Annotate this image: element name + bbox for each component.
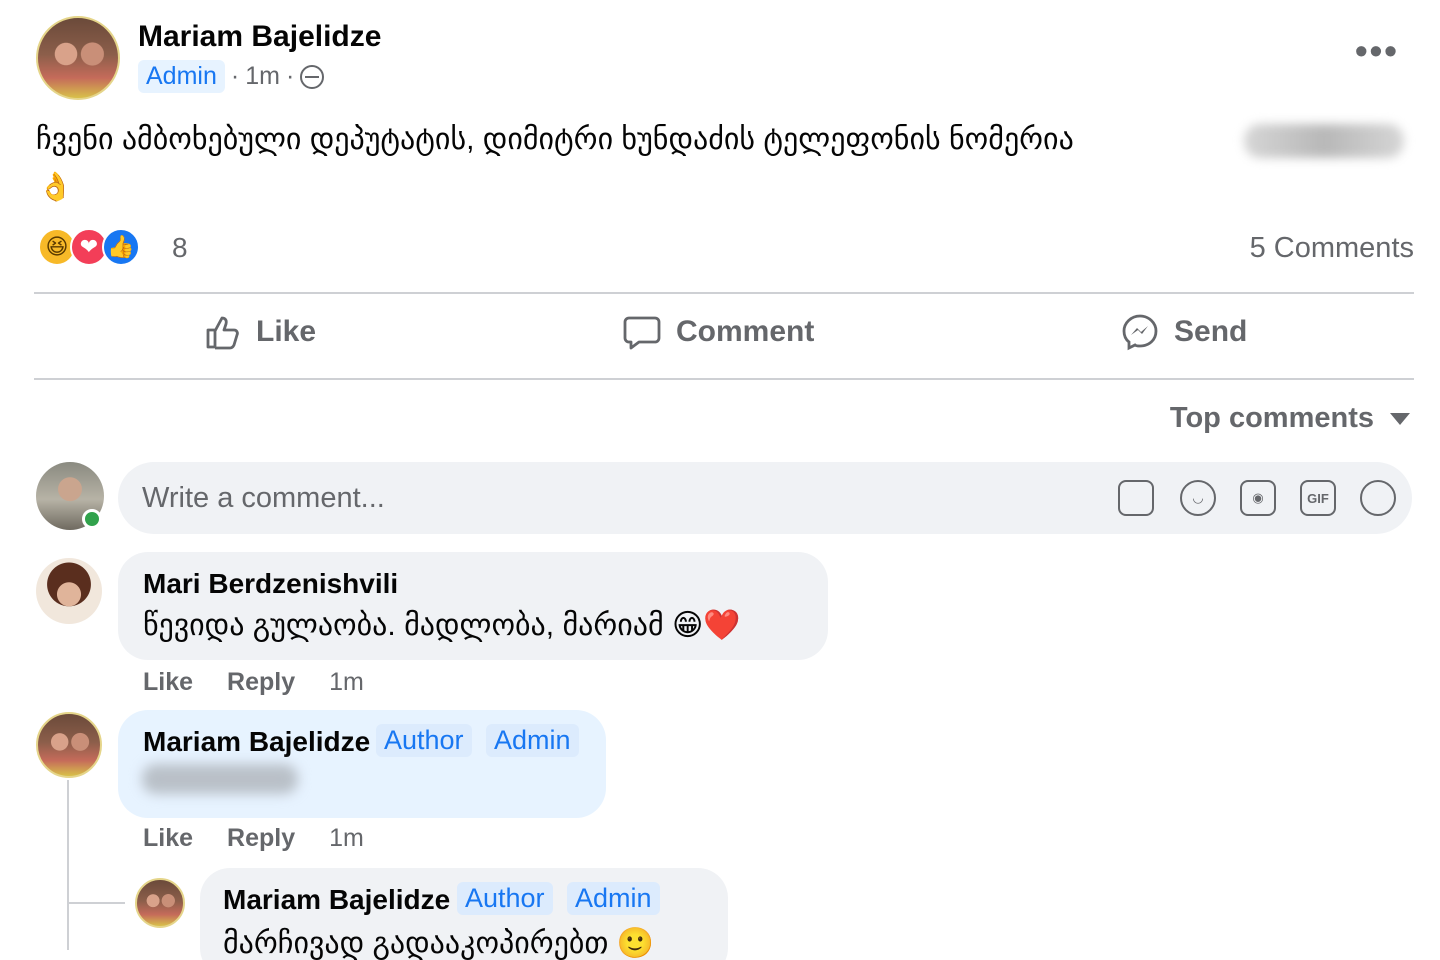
comment-button-label: Comment xyxy=(676,315,815,348)
comment-time[interactable]: 1m xyxy=(329,668,364,697)
thumbs-up-icon xyxy=(206,316,239,350)
comment-actions: Like Reply 1m xyxy=(143,824,364,853)
admin-badge: Admin xyxy=(486,724,579,757)
comment-actions: Like Reply 1m xyxy=(143,668,364,697)
messenger-icon xyxy=(1122,314,1158,351)
comment-count[interactable]: 5 Comments xyxy=(1250,232,1414,265)
comment-input[interactable] xyxy=(142,474,1082,522)
reaction-icons[interactable]: 😆 ❤ 👍 xyxy=(38,228,140,266)
post-author-name[interactable]: Mariam Bajelidze xyxy=(138,20,381,54)
globe-icon xyxy=(300,64,325,89)
meta-separator: · xyxy=(230,62,240,90)
post-meta: Admin · 1m · xyxy=(138,60,325,93)
commenter-avatar[interactable] xyxy=(36,712,102,778)
like-button-label: Like xyxy=(256,315,317,348)
blurred-comment-text xyxy=(142,764,298,794)
admin-badge: Admin xyxy=(567,882,660,915)
online-indicator xyxy=(82,509,102,529)
speech-bubble-icon xyxy=(623,316,661,350)
thread-line xyxy=(67,780,69,950)
reply-emoji: 🙂 xyxy=(616,927,655,960)
reaction-count[interactable]: 8 xyxy=(172,232,188,264)
blurred-phone-number xyxy=(1244,124,1404,158)
comment-author[interactable]: Mariam Bajelidze xyxy=(143,726,370,758)
like-button[interactable]: Like xyxy=(202,312,316,352)
send-button-label: Send xyxy=(1174,315,1248,348)
comment-like-link[interactable]: Like xyxy=(143,668,193,697)
comment-emoji: 😁❤️ xyxy=(672,609,741,642)
send-button[interactable]: Send xyxy=(1120,312,1247,352)
reply-author-avatar[interactable] xyxy=(135,878,185,928)
comment-author[interactable]: Mari Berdzenishvili xyxy=(143,568,398,600)
comment-button[interactable]: Comment xyxy=(622,312,814,352)
comment-text-body: წევიდა გულაობა. მადლობა, მარიამ xyxy=(143,609,664,642)
sort-comments-dropdown[interactable]: Top comments xyxy=(1170,402,1410,435)
more-options-icon[interactable]: ••• xyxy=(1355,30,1399,72)
comment-reply-link[interactable]: Reply xyxy=(227,668,295,697)
ok-hand-emoji: 👌 xyxy=(38,171,73,202)
admin-badge: Admin xyxy=(138,60,225,93)
comment-time[interactable]: 1m xyxy=(329,824,364,853)
author-badge: Author xyxy=(376,724,472,757)
comment-text: წევიდა გულაობა. მადლობა, მარიამ 😁❤️ xyxy=(143,608,741,643)
reply-text: მარჩივად გადააკოპირებთ 🙂 xyxy=(223,926,654,960)
sticker-icon[interactable] xyxy=(1360,480,1396,516)
post-text: ჩვენი ამბოხებული დეპუტატის, დიმიტრი ხუნდ… xyxy=(36,123,1074,156)
emoji-icon[interactable]: ◡ xyxy=(1180,480,1216,516)
comment-reply-link[interactable]: Reply xyxy=(227,824,295,853)
comment-like-link[interactable]: Like xyxy=(143,824,193,853)
divider xyxy=(34,378,1414,380)
post-author-avatar[interactable] xyxy=(36,16,120,100)
reply-text-body: მარჩივად გადააკოპირებთ xyxy=(223,927,609,960)
gif-icon[interactable]: GIF xyxy=(1300,480,1336,516)
avatar-sticker-icon[interactable] xyxy=(1118,480,1154,516)
sort-label: Top comments xyxy=(1169,402,1374,434)
camera-icon[interactable]: ◉ xyxy=(1240,480,1276,516)
comment-composer[interactable]: ◡ ◉ GIF xyxy=(118,462,1412,534)
divider xyxy=(34,292,1414,294)
post-timestamp[interactable]: 1m xyxy=(245,62,280,91)
author-badge: Author xyxy=(457,882,553,915)
caret-down-icon xyxy=(1390,412,1410,425)
like-icon: 👍 xyxy=(102,228,140,266)
thread-branch xyxy=(67,902,125,904)
meta-separator: · xyxy=(285,62,295,90)
reply-author[interactable]: Mariam Bajelidze xyxy=(223,884,450,916)
commenter-avatar[interactable] xyxy=(36,558,102,624)
